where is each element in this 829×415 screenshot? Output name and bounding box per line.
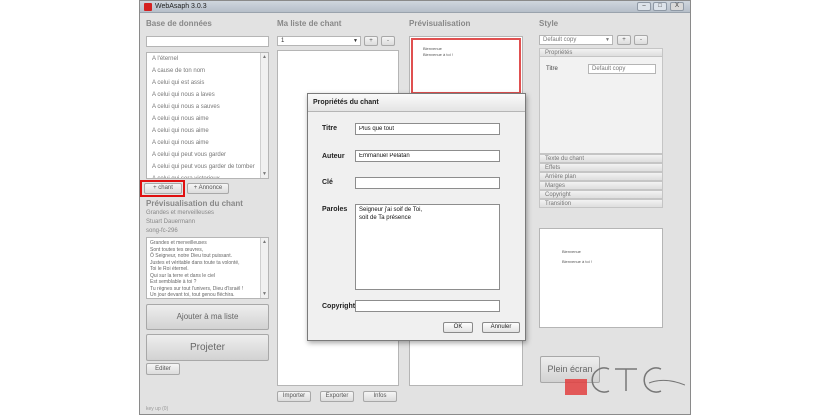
chevron-down-icon: ▼ [605,37,610,43]
list-item[interactable]: A l'éternel [147,53,268,65]
my-list-title: Ma liste de chant [277,19,342,28]
maximize-button[interactable]: □ [653,2,667,11]
style-section-5[interactable]: Transition [539,199,663,208]
remove-style-button[interactable]: - [634,35,648,45]
style-section-4[interactable]: Copyright [539,190,663,199]
style-sections: Texte du chant Effets Arrière plan Marges Co… [539,154,663,208]
list-item[interactable]: A celui qui nous aime [147,125,268,137]
list-item[interactable]: A celui qui peut vous garder [147,149,268,161]
scroll-down-icon[interactable]: ▼ [261,170,268,178]
project-button[interactable]: Projeter [146,334,269,361]
lyrics-scrollbar[interactable]: ▲ ▼ [260,238,268,298]
preview-title: Prévisualisation [409,19,471,28]
ctc-logo [565,367,685,395]
scroll-up-icon[interactable]: ▲ [261,53,268,61]
style-properties-panel: Propriétés Titre Default copy Texte du c… [539,48,663,208]
cancel-button[interactable]: Annuler [482,322,520,333]
database-search-input[interactable] [146,36,269,47]
title-field[interactable] [355,123,500,135]
lyrics-label: Paroles [322,206,348,213]
song-preview-author: Stuart Dauermann [146,219,196,225]
database-title: Base de données [146,19,212,28]
list-item[interactable]: A celui qui est assis [147,77,268,89]
style-section-1[interactable]: Effets [539,163,663,172]
list-item[interactable]: A celui qui nous a sauves [147,101,268,113]
lyrics-field[interactable]: Seigneur j'ai soif de Toi, soit de Ta pr… [355,204,500,290]
minimize-button[interactable]: – [637,2,651,11]
scroll-up-icon[interactable]: ▲ [261,238,268,246]
ok-button[interactable]: OK [443,322,473,333]
style-title: Style [539,19,559,28]
list-item[interactable]: A celui qui nous aime [147,137,268,149]
list-item[interactable]: A celui qui sera victorieux [147,173,268,178]
my-list-selected: 1 [281,38,285,44]
import-button[interactable]: Importer [277,391,311,402]
properties-body: Titre Default copy [539,57,663,154]
song-preview-name: Grandes et merveilleuses [146,210,215,216]
list-item[interactable]: A cause de ton nom [147,65,268,77]
style-preview-line-1: Bienvenue [562,249,581,254]
preview-line-2: Bienvenue à toi ! [423,52,453,57]
lyrics-lines: Grandes et merveilleuses Sont toutes tes … [150,240,265,298]
style-preview-line-2: Bienvenue à toi ! [562,259,592,264]
style-title-label: Titre [546,66,558,72]
style-selected: Default copy [543,37,577,43]
export-button[interactable]: Exporter [320,391,354,402]
title-label: Titre [322,125,338,132]
style-preview: Bienvenue Bienvenue à toi ! [539,228,663,328]
style-select[interactable]: Default copy ▼ [539,35,613,45]
window-title: WebAsaph 3.0.3 [155,3,207,10]
chevron-down-icon: ▼ [353,38,358,44]
copyright-field[interactable] [355,300,500,312]
preview-line-1: Bienvenue [423,46,442,51]
status-text: key up (0) [146,406,169,412]
song-list-items: A l'éternel A cause de ton nom A celui qui… [147,53,268,178]
style-section-0[interactable]: Texte du chant [539,154,663,163]
preview-slide-current[interactable]: Bienvenue Bienvenue à toi ! [411,38,521,94]
song-list-scrollbar[interactable]: ▲ ▼ [260,53,268,178]
song-preview-lyrics: Grandes et merveilleuses Sont toutes tes … [146,237,269,299]
style-section-3[interactable]: Marges [539,181,663,190]
author-label: Auteur [322,153,345,160]
song-properties-dialog: Propriétés du chant Titre Auteur Clé Par… [307,93,526,341]
list-item[interactable]: A celui qui peut vous garder de tomber [147,161,268,173]
lyrics-line: Un jour devant toi, tout genou fléchira. [150,292,235,298]
song-preview-title: Prévisualisation du chant [146,199,243,208]
list-item[interactable]: A celui qui nous aime [147,113,268,125]
add-to-list-button[interactable]: Ajouter à ma liste [146,304,269,330]
properties-header[interactable]: Propriétés [539,48,663,57]
key-field[interactable] [355,177,500,189]
style-title-input[interactable]: Default copy [588,64,656,74]
key-label: Clé [322,179,333,186]
dialog-title: Propriétés du chant [308,94,525,112]
style-section-2[interactable]: Arrière plan [539,172,663,181]
infos-button[interactable]: Infos [363,391,397,402]
song-list[interactable]: A l'éternel A cause de ton nom A celui qui… [146,52,269,179]
title-bar[interactable]: WebAsaph 3.0.3 – □ X [140,1,690,13]
song-preview-ref: song-fc-296 [146,228,178,234]
close-button[interactable]: X [670,2,684,11]
app-logo-icon [144,3,152,11]
my-list-select[interactable]: 1 ▼ [277,36,361,46]
add-list-button[interactable]: + [364,36,378,46]
scroll-down-icon[interactable]: ▼ [261,290,268,298]
copyright-label: Copyright [322,303,356,310]
remove-list-button[interactable]: - [381,36,395,46]
add-announce-button[interactable]: + Annonce [187,183,229,194]
edit-button[interactable]: Editer [146,363,180,375]
author-field[interactable] [355,150,500,162]
add-song-button[interactable]: + chant [144,183,182,194]
add-style-button[interactable]: + [617,35,631,45]
list-item[interactable]: A celui qui nous a laves [147,89,268,101]
